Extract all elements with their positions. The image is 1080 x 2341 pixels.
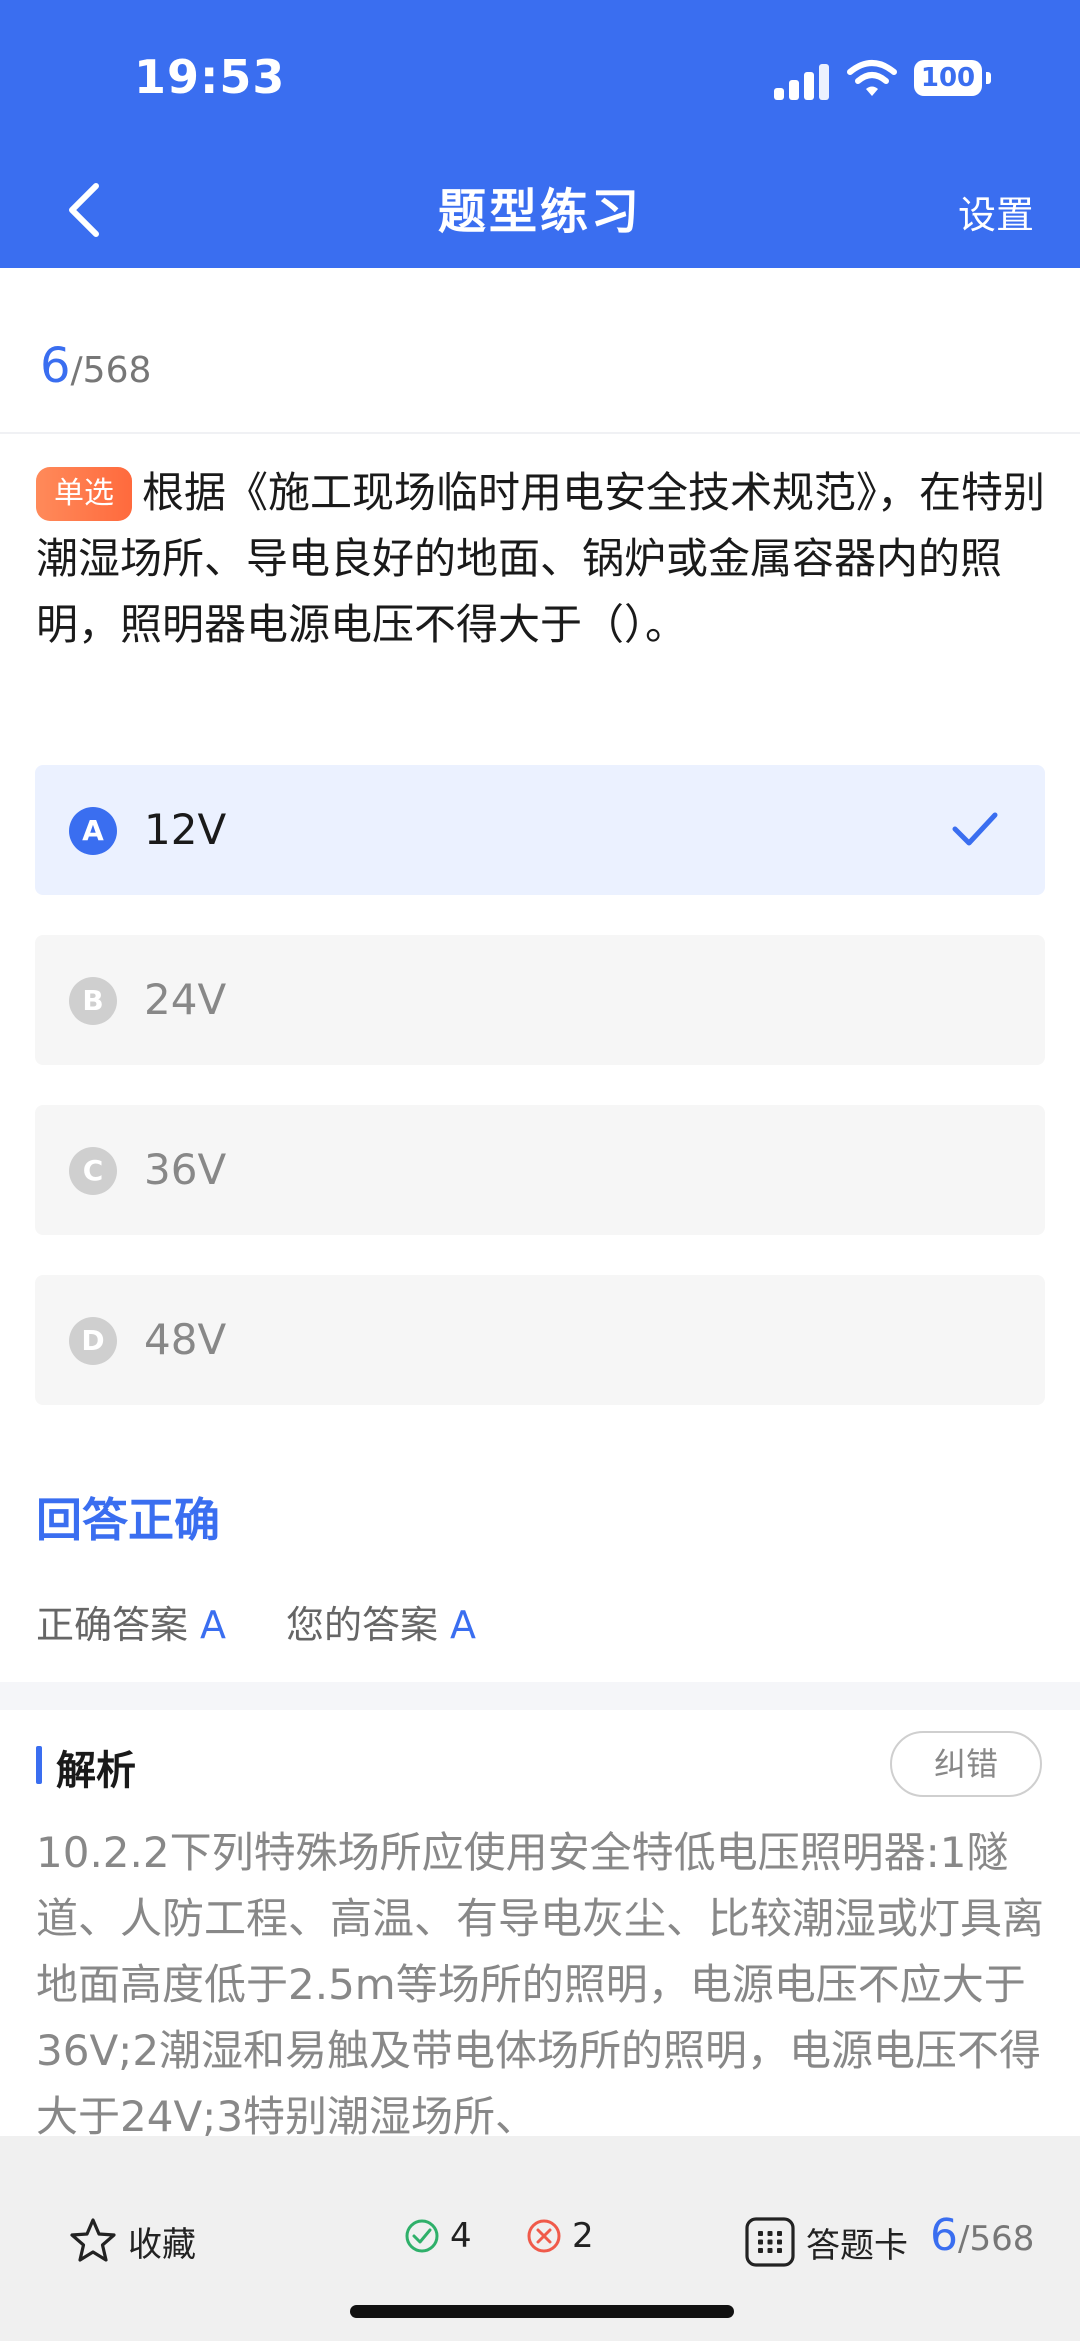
analysis-text: 10.2.2下列特殊场所应使用安全特低电压照明器:1隧道、人防工程、高温、有导电… xyxy=(36,1828,1045,2140)
question-progress: 6/568 xyxy=(40,338,151,394)
answer-card-button[interactable]: 答题卡 xyxy=(744,2216,908,2268)
check-icon xyxy=(952,812,998,846)
your-answer-label: 您的答案 xyxy=(286,1603,439,1647)
option-text: 12V xyxy=(144,805,227,854)
signal-icon xyxy=(774,62,832,100)
report-error-button[interactable]: 纠错 xyxy=(890,1731,1042,1797)
answer-summary: 正确答案 A 您的答案 A xyxy=(36,1594,536,1649)
star-icon xyxy=(70,2218,116,2262)
option-letter: B xyxy=(69,977,117,1025)
option-c[interactable]: C 36V xyxy=(35,1105,1045,1235)
status-time: 19:53 xyxy=(134,50,286,104)
question-text: 根据《施工现场临时用电安全技术规范》，在特别潮湿场所、导电良好的地面、锅炉或金属… xyxy=(36,468,1046,649)
favorite-label: 收藏 xyxy=(128,2224,196,2265)
progress-total: /568 xyxy=(70,350,152,391)
option-text: 48V xyxy=(144,1315,227,1364)
grid-icon xyxy=(745,2217,795,2267)
wrong-circle-icon xyxy=(527,2219,561,2253)
bottom-progress-current: 6 xyxy=(930,2210,958,2261)
correct-circle-icon xyxy=(405,2219,439,2253)
your-answer-value: A xyxy=(450,1603,477,1647)
correct-count-value: 4 xyxy=(450,2216,472,2256)
analysis-accent-bar xyxy=(36,1746,42,1784)
question-type-tag: 单选 xyxy=(36,467,132,521)
correct-answer-label: 正确答案 xyxy=(36,1603,189,1647)
home-indicator[interactable] xyxy=(350,2305,734,2318)
section-separator xyxy=(0,1682,1080,1710)
option-text: 24V xyxy=(144,975,227,1024)
battery-tip xyxy=(986,72,991,84)
app-header: 19:53 100 题型练习 设置 xyxy=(0,0,1080,268)
settings-button[interactable]: 设置 xyxy=(958,184,1034,239)
correct-count[interactable]: 4 xyxy=(404,2216,472,2256)
page-title: 题型练习 xyxy=(437,184,642,240)
progress-current: 6 xyxy=(40,338,71,394)
option-letter: D xyxy=(69,1317,117,1365)
wifi-icon xyxy=(847,60,897,96)
answer-card-label: 答题卡 xyxy=(806,2225,908,2266)
favorite-button[interactable]: 收藏 xyxy=(68,2216,196,2266)
question-stem: 单选 根据《施工现场临时用电安全技术规范》，在特别潮湿场所、导电良好的地面、锅炉或… xyxy=(36,460,1046,658)
result-title: 回答正确 xyxy=(36,1493,220,1547)
wrong-count-value: 2 xyxy=(572,2216,594,2256)
option-text: 36V xyxy=(144,1145,227,1194)
bottom-progress-total: /568 xyxy=(958,2219,1035,2259)
correct-answer-value: A xyxy=(200,1603,227,1647)
analysis-title: 解析 xyxy=(56,1748,136,1794)
option-d[interactable]: D 48V xyxy=(35,1275,1045,1405)
divider xyxy=(0,432,1080,434)
battery-icon: 100 xyxy=(914,60,982,96)
option-b[interactable]: B 24V xyxy=(35,935,1045,1065)
wrong-count[interactable]: 2 xyxy=(526,2216,594,2256)
bottom-progress: 6/568 xyxy=(930,2210,1034,2261)
option-letter: A xyxy=(69,807,117,855)
option-letter: C xyxy=(69,1147,117,1195)
option-a[interactable]: A 12V xyxy=(35,765,1045,895)
